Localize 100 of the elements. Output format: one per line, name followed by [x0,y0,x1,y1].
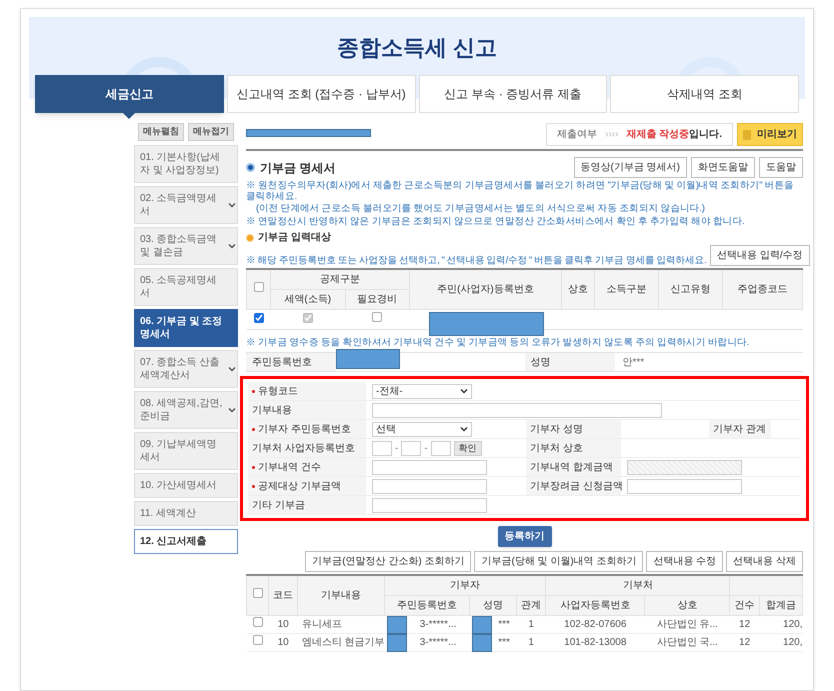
tab[interactable]: 신고 부속 · 증빙서류 제출 [418,75,608,113]
field-label: 기부자 관계 [713,422,766,437]
button[interactable]: 기부금(당해 및 이월)내역 조회하기 [474,551,644,572]
table-cell: 사단법인 국... [656,637,718,648]
checkbox[interactable] [302,313,313,323]
column-header: 상호 [644,596,730,616]
button[interactable]: 화면도움말 [691,157,755,178]
button[interactable]: 선택내용 입력/수정 [710,245,810,266]
note-text: ※ 원천징수의무자(회사)에서 제출한 근로소득분의 기부금명세서를 불러오기 하려면 "기부금(당해 및 이월)내역 조회하기" 버튼을 클릭하세요. [246,180,795,202]
table-cell: 120, [783,637,802,648]
column-header: 관계 [516,596,546,616]
sidebar-item[interactable]: 07. 종합소득 산출세액계산서 [134,350,238,388]
table-cell: 유니세프 [302,619,342,630]
menu-button[interactable]: 메뉴펼침 [138,123,184,140]
sidebar-item[interactable]: 08. 세액공제,감면,준비금 [134,390,238,428]
menu-button[interactable]: 메뉴접기 [188,123,234,140]
checkbox[interactable] [252,635,262,646]
sidebar-item[interactable]: 12. 신고서제출 [134,528,238,554]
button[interactable]: 동영상(기부금 명세서) [574,157,687,178]
column-header: 주민등록번호 [384,596,470,616]
separator-text: - [424,442,428,456]
separator-text: - [395,442,398,456]
column-header: 신고유형 [658,269,723,310]
column-header: 세액(소득) [270,290,346,310]
field-label: 기부자 성명 [530,422,583,437]
checkbox[interactable] [252,588,262,598]
chevron-down-icon [460,387,468,396]
sidebar-item[interactable]: 02. 소득금액명세서 [134,186,238,224]
field-label: 기타 기부금 [252,498,305,513]
field-label: 기부내용 [252,404,292,418]
field-label: 성명 [524,353,614,372]
sidebar-item[interactable]: 09. 기납부세액명세서 [134,432,238,470]
column-header: 건수 [730,596,760,616]
sidebar-item[interactable]: 05. 소득공제명세서 [134,268,238,306]
field-label: 기부처 상호 [530,442,583,456]
table-cell: 10 [278,637,289,648]
table-cell: 엠네스티 현금기부 [302,637,385,648]
checkbox[interactable] [254,313,264,323]
tab[interactable]: 신고내역 조회 (접수증 · 납부서) [226,75,416,113]
subsection-title: 기부금 입력대상 [258,231,331,245]
input-field[interactable] [372,478,487,494]
table-cell: 1 [528,637,534,648]
table-cell: 120, [783,619,802,630]
column-header: 사업자등록번호 [546,596,645,616]
table-cell: 101-82-13008 [564,637,626,648]
column-header: 코드 [268,575,298,616]
table-cell: 사단법인 유... [656,619,718,630]
status-label: 제출여부 [557,128,598,142]
table-cell-text: 3-*****... [418,619,456,630]
input-field[interactable] [430,440,451,456]
register-button[interactable]: 등록하기 [498,526,552,548]
column-header: 상호 [562,269,595,310]
sidebar-item[interactable]: 10. 가산세명세서 [134,472,238,498]
dropdown[interactable]: -전체- [372,384,472,399]
checkbox[interactable] [252,617,262,628]
sidebar-item[interactable]: 01. 기본사항(납세자 및 사업장정보) [134,144,238,182]
status-text: 재제출 작성중입니다. [626,128,722,142]
input-field[interactable] [372,498,487,513]
input-field[interactable] [372,402,662,418]
button[interactable]: 기부금(연말정산 간소화) 조회하기 [305,551,472,572]
bullet-icon [246,234,254,242]
sidebar-item[interactable]: 06. 기부금 및 조정명세서 [134,308,238,346]
sidebar-item[interactable]: 11. 세액계산 [134,500,238,526]
field-label: 기부처 사업자등록번호 [252,442,355,456]
note-text: ※ 연말정산시 반영하지 않은 기부금은 조회되지 않으므로 연말정산 간소화서비스에서 확인 후 추가입력 해야 합니다. [246,216,746,227]
table-cell: 102-82-07606 [564,619,626,630]
column-header: 합계금 [759,596,802,616]
table-cell: 12 [739,619,750,630]
bullet-icon [246,163,255,172]
input-field[interactable] [401,440,422,456]
button[interactable]: 선택내용 수정 [646,551,724,572]
sidebar-item[interactable]: 03. 종합소득금액 및 결손금 [134,226,238,264]
page-title: 종합소득세 신고 [336,34,498,62]
tab[interactable]: 삭제내역 조회 [610,75,799,113]
note-text: (이전 단계에서 근로소득 불러오기를 했어도 기부금명세서는 별도의 서식으로써 자동 조회되지 않습니다.) [255,203,706,214]
table-cell: 12 [739,637,750,648]
field-label: 공제대상 기부금액 [258,480,341,494]
note-text: ※ 기부금 영수증 등을 확인하셔서 기부내역 건수 및 기부금액 등의 오류가 발생하지 않도록 주의 입력하시기 바랍니다. [246,336,750,350]
dropdown[interactable]: 선택 [372,422,472,437]
confirm-button[interactable]: 확인 [454,440,482,456]
column-header: 주업종코드 [722,269,802,310]
checkbox[interactable] [372,312,382,322]
table-cell-text: *** [497,637,510,648]
input-field[interactable] [372,460,487,475]
field-value: 안*** [622,356,646,370]
table-cell-text: *** [497,619,510,630]
table-cell: 10 [278,619,289,630]
note-text: ※ 해당 주민등록번호 또는 사업장을 선택하고, " 선택내용 입력/수정 " 버튼을 클릭후 기부금 명세를 입력하세요. [246,255,706,266]
table-cell: 1 [528,619,534,630]
preview-button[interactable]: 미리보기 [737,123,803,146]
table-cell-text: 3-*****... [418,637,456,648]
tab[interactable]: 세금신고 [35,75,224,113]
input-field[interactable] [372,440,392,456]
column-header: 기부내용 [298,575,385,616]
checkbox[interactable] [254,282,264,292]
field-label: 기부내역 합계금액 [530,460,613,475]
input-field[interactable] [627,478,742,494]
button[interactable]: 도움말 [759,157,803,178]
column-header: 주민(사업자)등록번호 [409,269,562,310]
button[interactable]: 선택내용 삭제 [726,551,803,572]
